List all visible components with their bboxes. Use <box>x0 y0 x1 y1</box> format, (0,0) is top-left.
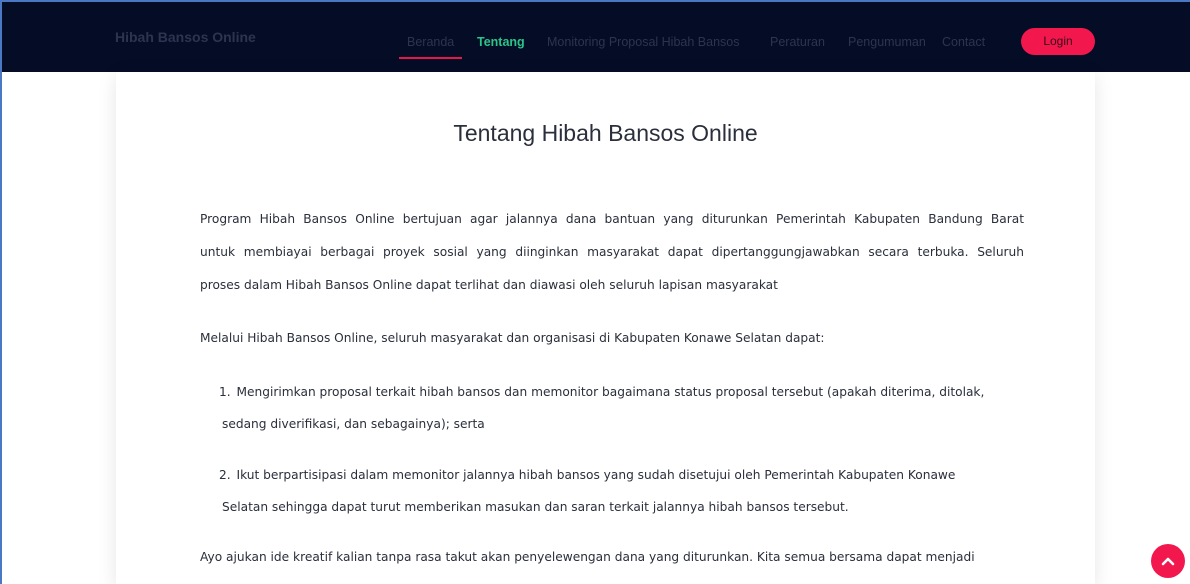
intro-paragraph-line-1: Program Hibah Bansos Online bertujuan ag… <box>200 212 1024 226</box>
nav-link-pengumuman[interactable]: Pengumuman <box>848 35 926 49</box>
list-number: 2. <box>219 468 231 482</box>
intro-paragraph-line-2: untuk membiayai berbagai proyek sosial y… <box>200 245 1024 259</box>
list-item-1-line-1: 1. Mengirimkan proposal terkait hibah ba… <box>219 375 1024 410</box>
login-button[interactable]: Login <box>1021 28 1095 55</box>
nav-link-monitoring[interactable]: Monitoring Proposal Hibah Bansos <box>547 35 739 49</box>
navbar: Hibah Bansos Online Beranda Tentang Moni… <box>2 2 1190 72</box>
list-text: Mengirimkan proposal terkait hibah banso… <box>236 385 985 399</box>
list-item-1-line-2: sedang diverifikasi, dan sebagainya); se… <box>222 417 485 431</box>
nav-link-contact[interactable]: Contact <box>942 35 985 49</box>
list-item-2-line-2: Selatan sehingga dapat turut memberikan … <box>222 500 849 514</box>
page-title: Tentang Hibah Bansos Online <box>453 120 758 146</box>
closing-paragraph: Ayo ajukan ide kreatif kalian tanpa rasa… <box>200 550 975 564</box>
chevron-up-icon <box>1161 557 1175 566</box>
nav-link-tentang[interactable]: Tentang <box>477 35 525 49</box>
list-number: 1. <box>219 385 231 399</box>
content-card: Tentang Hibah Bansos Online Program Hiba… <box>116 72 1095 584</box>
list-item-2-line-1: 2. Ikut berpartisipasi dalam memonitor j… <box>219 458 1024 493</box>
nav-link-peraturan[interactable]: Peraturan <box>770 35 825 49</box>
brand-logo-text[interactable]: Hibah Bansos Online <box>115 29 256 45</box>
list-text: Ikut berpartisipasi dalam memonitor jala… <box>236 468 956 482</box>
benefits-intro: Melalui Hibah Bansos Online, seluruh mas… <box>200 331 825 345</box>
scroll-to-top-button[interactable] <box>1151 544 1185 578</box>
nav-link-beranda[interactable]: Beranda <box>398 35 463 59</box>
intro-paragraph-line-3: proses dalam Hibah Bansos Online dapat t… <box>200 278 778 292</box>
